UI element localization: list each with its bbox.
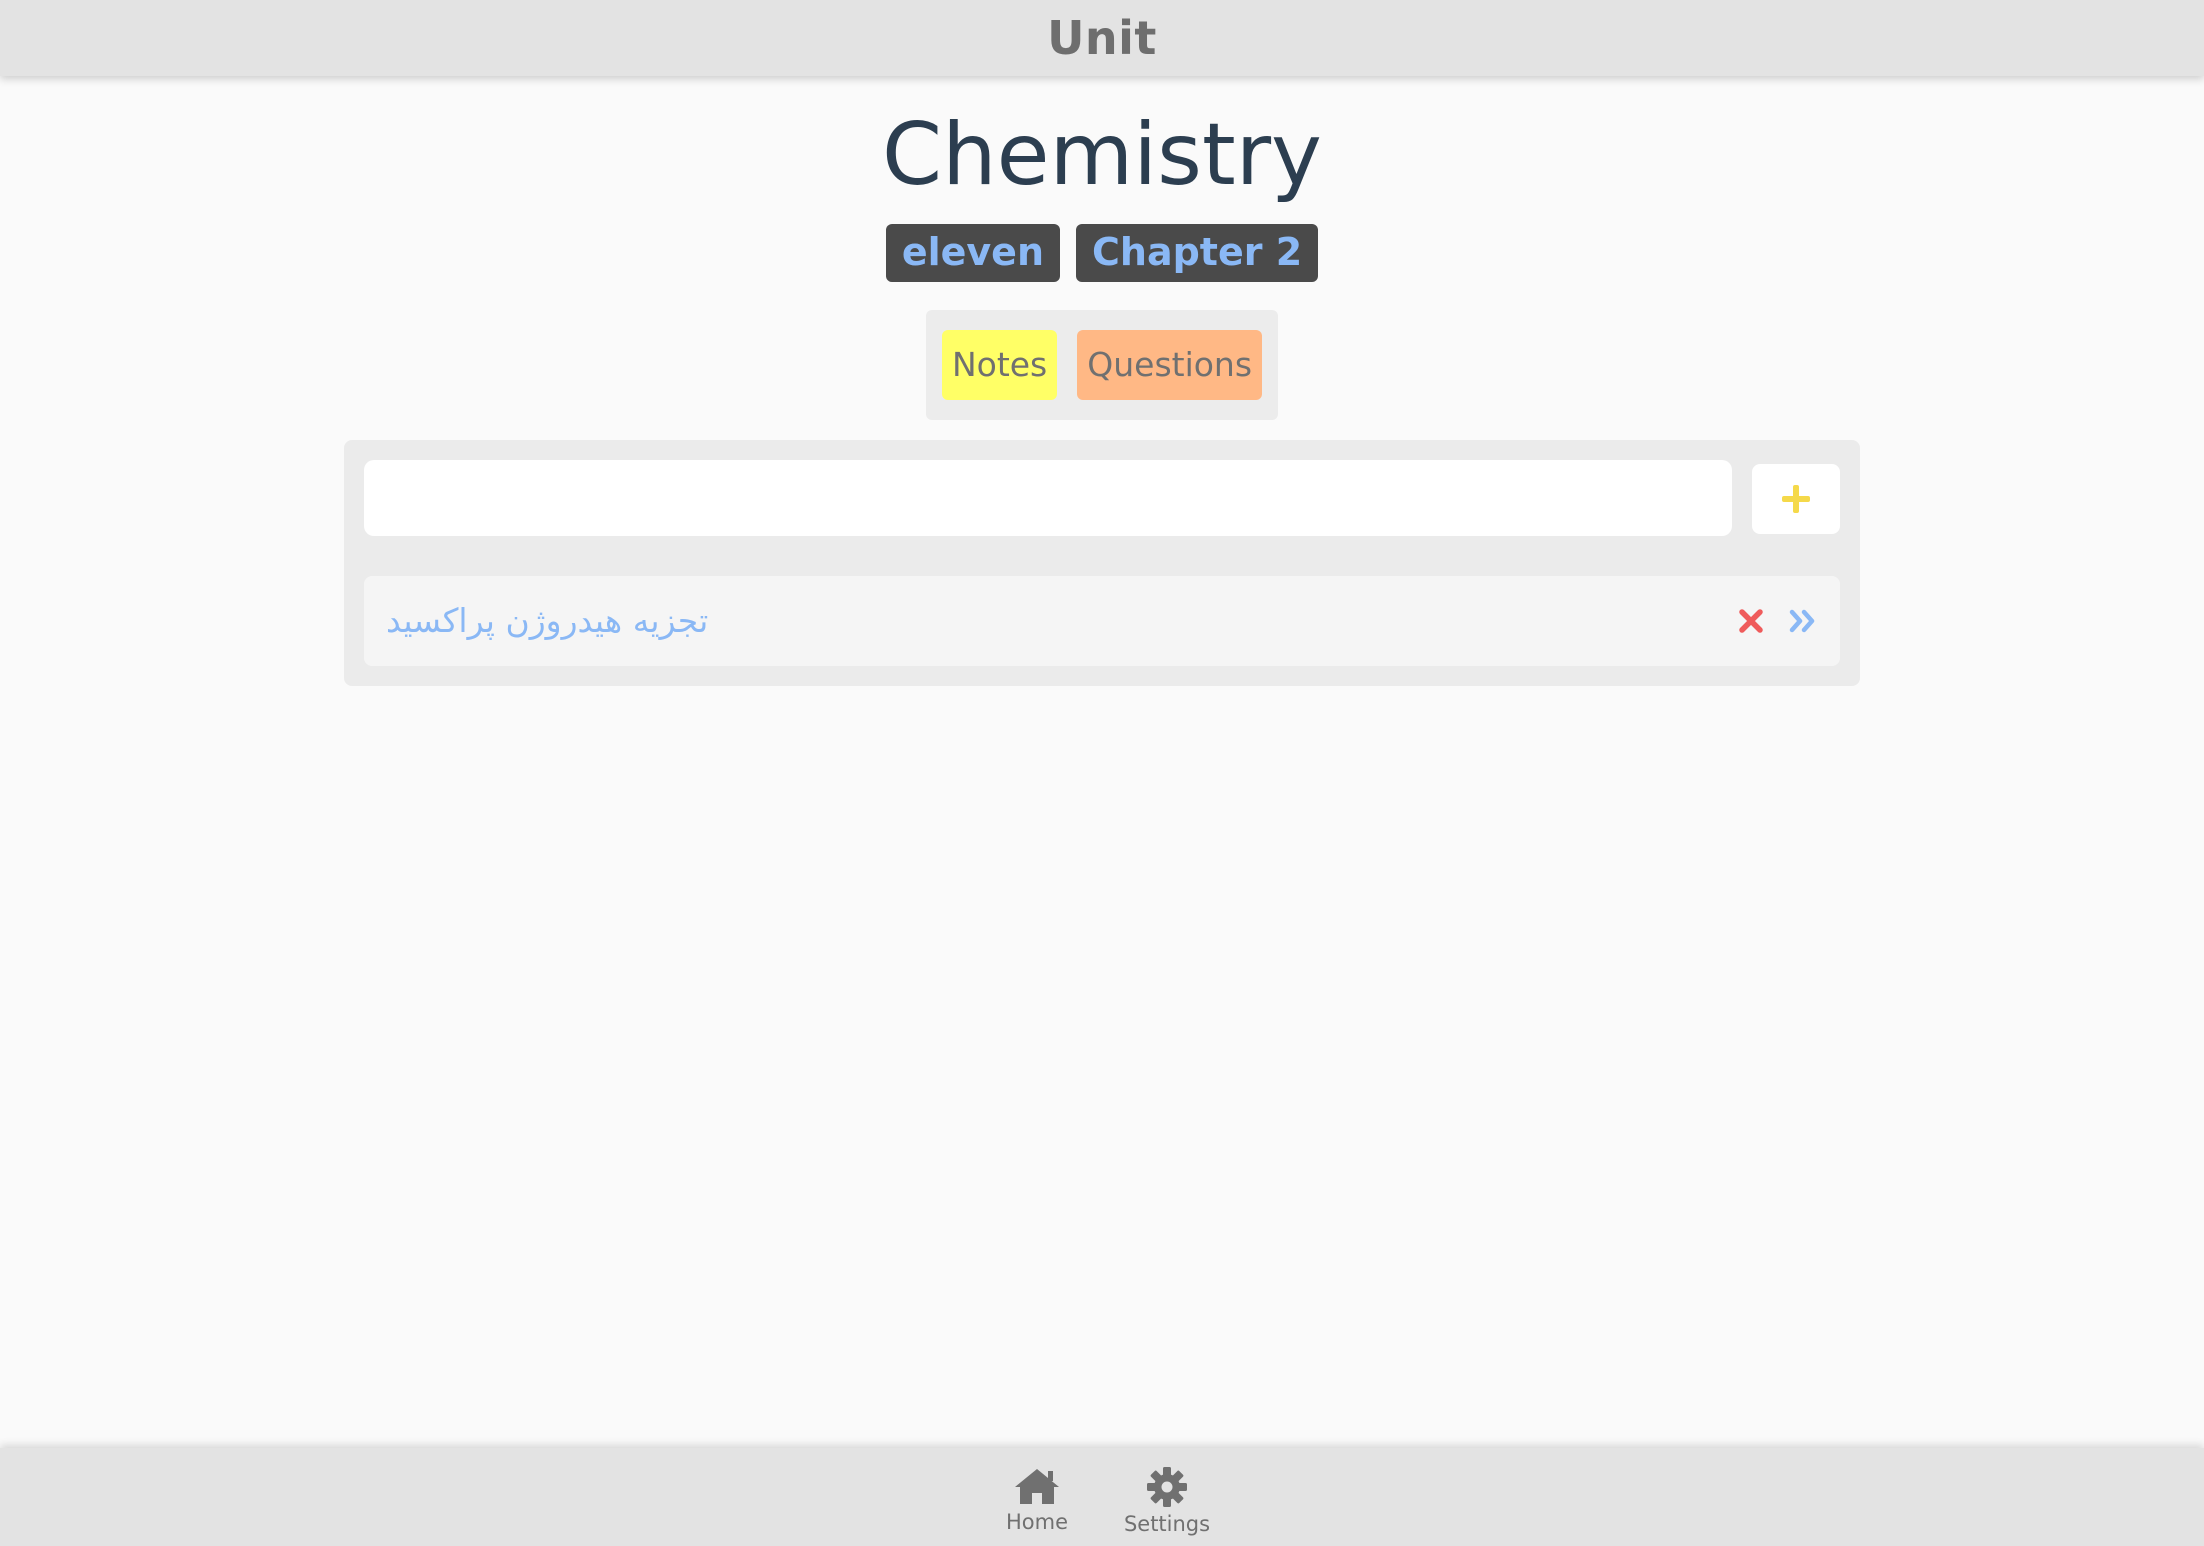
close-icon <box>1739 609 1763 633</box>
delete-button[interactable] <box>1734 604 1768 638</box>
tab-group: Notes Questions <box>926 310 1278 420</box>
note-input[interactable] <box>364 460 1732 536</box>
nav-settings-label: Settings <box>1123 1512 1211 1536</box>
page-title: Chemistry <box>882 105 1322 205</box>
tab-notes[interactable]: Notes <box>941 330 1058 400</box>
add-button[interactable] <box>1752 464 1840 534</box>
badge-group: eleven Chapter 2 <box>0 224 2204 282</box>
bottom-nav: Home Settings <box>0 1448 2204 1546</box>
home-icon <box>1015 1469 1059 1504</box>
chapter-badge: Chapter 2 <box>1076 224 1319 282</box>
plus-icon <box>1782 485 1810 513</box>
list-item[interactable]: تجزیه هیدروژن پراکسید <box>364 576 1840 666</box>
tab-questions[interactable]: Questions <box>1077 330 1263 400</box>
gear-icon <box>1147 1467 1187 1507</box>
nav-home[interactable]: Home <box>997 1448 1077 1546</box>
open-button[interactable] <box>1784 604 1824 638</box>
list-item-label: تجزیه هیدروژن پراکسید <box>386 601 709 640</box>
notes-panel: تجزیه هیدروژن پراکسید <box>344 440 1860 686</box>
nav-settings[interactable]: Settings <box>1123 1448 1211 1546</box>
nav-home-label: Home <box>1005 1510 1068 1534</box>
grade-badge: eleven <box>885 224 1061 282</box>
top-app-bar: Unit <box>0 0 2204 76</box>
double-chevron-right-icon <box>1789 609 1815 633</box>
app-bar-title: Unit <box>1047 11 1157 65</box>
